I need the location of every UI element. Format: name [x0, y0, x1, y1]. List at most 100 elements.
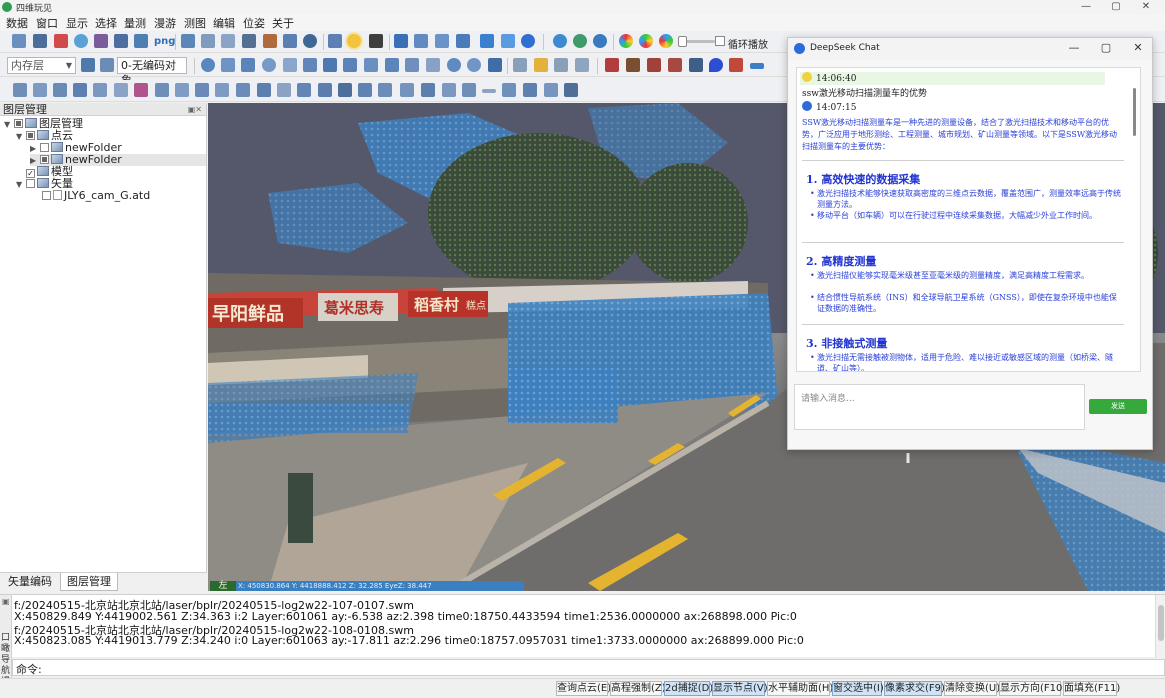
checkbox[interactable]	[14, 119, 23, 128]
curve-node-icon[interactable]	[405, 58, 419, 72]
png-button[interactable]: png	[154, 36, 175, 47]
tree-node-atd-file[interactable]: JLY6_cam_G.atd	[42, 190, 150, 202]
extend-icon[interactable]	[534, 58, 548, 72]
menu-roam[interactable]: 漫游	[154, 15, 176, 31]
earth-icon[interactable]	[553, 34, 567, 48]
brush-icon[interactable]	[605, 58, 619, 72]
polygon-select-icon[interactable]	[456, 34, 470, 48]
toggle-crossing-select[interactable]: 窗交选中(I)	[832, 681, 884, 696]
toggle-elevation-force[interactable]: 高程强制(Z)	[610, 681, 666, 696]
close-button[interactable]: ✕	[1131, 0, 1161, 14]
book-icon[interactable]	[647, 58, 661, 72]
loop-checkbox[interactable]	[715, 36, 725, 46]
color-wheel-icon-3[interactable]	[659, 34, 673, 48]
pin-icon[interactable]: ▣✕	[188, 103, 202, 116]
layer-dropdown[interactable]: 内存层 ▼	[7, 57, 76, 74]
checkbox[interactable]	[40, 143, 49, 152]
menu-pose[interactable]: 位姿	[243, 15, 265, 31]
earth-refresh-icon[interactable]	[573, 34, 587, 48]
bar-axis-icon[interactable]	[523, 83, 537, 97]
earth-settings-icon[interactable]	[593, 34, 607, 48]
mirror-icon[interactable]	[195, 83, 209, 97]
arrow-up-icon[interactable]	[729, 58, 743, 72]
point-icon[interactable]	[201, 58, 215, 72]
edit-line-icon[interactable]	[442, 83, 456, 97]
chat-scrollbar-thumb[interactable]	[1133, 88, 1136, 136]
angle-icon[interactable]	[241, 58, 255, 72]
toggle-show-direction[interactable]: 显示方向(F10)	[999, 681, 1066, 696]
ellipse-icon[interactable]	[262, 58, 276, 72]
chat-message-input[interactable]: 请输入消息...	[794, 384, 1085, 430]
arrow-icon[interactable]	[73, 83, 87, 97]
fill-icon[interactable]	[134, 83, 148, 97]
tab-layer-management[interactable]: 图层管理	[60, 573, 118, 591]
chat-minimize-button[interactable]: —	[1064, 41, 1084, 54]
chat-maximize-button[interactable]: ▢	[1096, 41, 1116, 54]
funnel-icon[interactable]	[53, 83, 67, 97]
log-side-tab[interactable]: ▣ 口瞰 导航 提示	[0, 595, 12, 698]
paste-icon[interactable]	[318, 83, 332, 97]
toggle-face-fill[interactable]: 面填充(F11)	[1063, 681, 1120, 696]
line-icon[interactable]	[221, 58, 235, 72]
ruler-icon[interactable]	[328, 34, 342, 48]
zoom-icon[interactable]	[501, 34, 515, 48]
crosshair-icon[interactable]	[480, 34, 494, 48]
table-icon[interactable]	[201, 34, 215, 48]
box-select-icon[interactable]	[93, 83, 107, 97]
color-wheel-icon[interactable]	[619, 34, 633, 48]
pin-icon[interactable]: ▣	[2, 597, 10, 606]
cursor-icon[interactable]	[394, 34, 408, 48]
rotate-rect-icon[interactable]	[303, 58, 317, 72]
image-icon[interactable]	[181, 34, 195, 48]
chat-history[interactable]: 14:06:40 ssw激光移动扫描测量车的优势 14:07:15 SSW激光移…	[796, 67, 1141, 372]
zoom-window-icon[interactable]	[435, 34, 449, 48]
rect-grid-icon[interactable]	[378, 83, 392, 97]
chevron-down-icon[interactable]: ▼	[4, 119, 14, 131]
checkbox-checked[interactable]: ✓	[26, 169, 35, 178]
distribute-icon[interactable]	[358, 83, 372, 97]
globe-icon[interactable]	[74, 34, 88, 48]
checkbox[interactable]	[26, 131, 35, 140]
toggle-2d-snap[interactable]: 2d捕捉(D)	[664, 681, 713, 696]
document-icon[interactable]	[221, 34, 235, 48]
layers-icon[interactable]	[134, 34, 148, 48]
calendar-icon[interactable]	[283, 34, 297, 48]
corner-line-icon[interactable]	[175, 83, 189, 97]
toggle-query-pointcloud[interactable]: 查询点云(E)	[556, 681, 611, 696]
scissors-icon[interactable]	[263, 34, 277, 48]
curve-icon[interactable]	[369, 34, 383, 48]
camera-icon[interactable]	[303, 34, 317, 48]
checkbox[interactable]	[26, 179, 35, 188]
network-icon[interactable]	[400, 83, 414, 97]
menu-window[interactable]: 窗口	[36, 15, 58, 31]
link-icon[interactable]	[421, 83, 435, 97]
z-plus-icon[interactable]	[521, 34, 535, 48]
save-icon[interactable]	[33, 34, 47, 48]
break-icon[interactable]	[554, 58, 568, 72]
chevron-down-icon[interactable]: ▼	[16, 179, 26, 191]
frame-icon[interactable]	[414, 34, 428, 48]
binoculars-icon[interactable]	[242, 34, 256, 48]
menu-select[interactable]: 选择	[95, 15, 117, 31]
table-axis-icon[interactable]	[544, 83, 558, 97]
toggle-pixel-intersect[interactable]: 像素求交(F9)	[884, 681, 945, 696]
attribute-table-icon[interactable]	[100, 58, 114, 72]
notebook-icon[interactable]	[689, 58, 703, 72]
log-scrollbar-thumb[interactable]	[1158, 605, 1164, 641]
menu-data[interactable]: 数据	[6, 15, 28, 31]
code-dropdown[interactable]: 0-无编码对象	[117, 57, 187, 87]
columns-grid-icon[interactable]	[564, 83, 578, 97]
chart-axis-icon[interactable]	[502, 83, 516, 97]
maximize-button[interactable]: ▢	[1101, 0, 1131, 14]
columns-icon[interactable]	[488, 58, 502, 72]
pin-icon[interactable]	[709, 58, 723, 72]
log-output[interactable]: ▣ 口瞰 导航 提示 f:/20240515-北京站北京北站/laser/bpl…	[0, 594, 1165, 698]
copy-icon[interactable]	[297, 83, 311, 97]
align-icon[interactable]	[338, 83, 352, 97]
rect-node-icon[interactable]	[364, 58, 378, 72]
rectangle-icon[interactable]	[343, 58, 357, 72]
circle-3pt-icon[interactable]	[467, 58, 481, 72]
select-arrow-icon[interactable]	[13, 83, 27, 97]
paint-icon[interactable]	[626, 58, 640, 72]
menu-edit[interactable]: 编辑	[213, 15, 235, 31]
